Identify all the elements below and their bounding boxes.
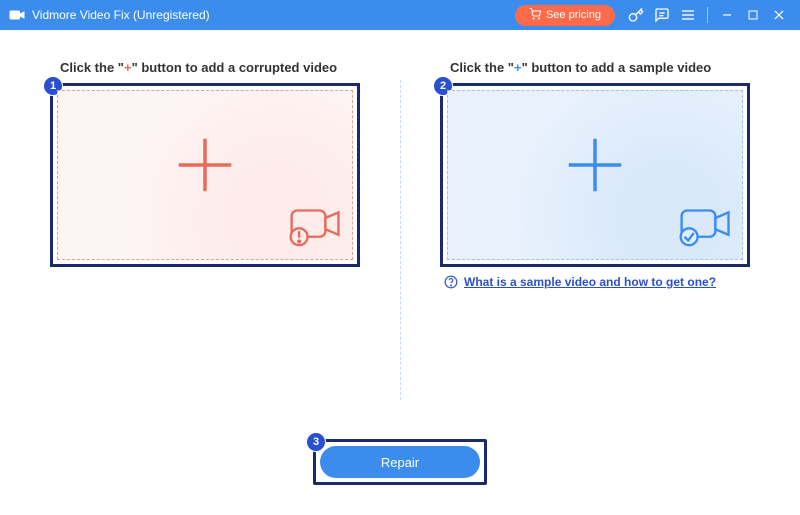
camera-check-icon — [676, 203, 736, 253]
corrupted-heading: Click the "+" button to add a corrupted … — [50, 60, 360, 75]
close-button[interactable] — [768, 4, 790, 26]
heading-post: " button to add a corrupted video — [132, 60, 338, 75]
minimize-button[interactable] — [716, 4, 738, 26]
step-badge-3: 3 — [306, 432, 326, 452]
camera-alert-icon — [286, 203, 346, 253]
add-sample-video-dropzone[interactable] — [447, 90, 743, 260]
pricing-label: See pricing — [546, 9, 601, 21]
see-pricing-button[interactable]: See pricing — [515, 5, 615, 26]
sample-help-link[interactable]: What is a sample video and how to get on… — [464, 275, 716, 289]
footer: 3 Repair — [313, 439, 487, 485]
separator — [707, 7, 708, 23]
repair-highlight: 3 Repair — [313, 439, 487, 485]
cart-icon — [529, 8, 541, 23]
feedback-icon[interactable] — [651, 4, 673, 26]
sample-video-panel: Click the "+" button to add a sample vid… — [440, 60, 750, 294]
heading-pre: Click the " — [60, 60, 124, 75]
plus-icon — [560, 130, 630, 205]
corrupted-video-panel: Click the "+" button to add a corrupted … — [50, 60, 360, 294]
plus-glyph: + — [514, 60, 522, 75]
vertical-divider — [400, 80, 401, 400]
app-title: Vidmore Video Fix (Unregistered) — [32, 8, 210, 22]
plus-icon — [170, 130, 240, 205]
help-icon — [444, 275, 458, 294]
titlebar: Vidmore Video Fix (Unregistered) See pri… — [0, 0, 800, 30]
sample-dropzone-highlight: 2 — [440, 83, 750, 267]
heading-pre: Click the " — [450, 60, 514, 75]
maximize-button[interactable] — [742, 4, 764, 26]
heading-post: " button to add a sample video — [522, 60, 712, 75]
key-icon[interactable] — [625, 4, 647, 26]
add-corrupted-video-dropzone[interactable] — [57, 90, 353, 260]
repair-button[interactable]: Repair — [320, 446, 480, 478]
app-logo-icon — [8, 6, 26, 24]
corrupted-dropzone-highlight: 1 — [50, 83, 360, 267]
menu-icon[interactable] — [677, 4, 699, 26]
plus-glyph: + — [124, 60, 132, 75]
main-content: Click the "+" button to add a corrupted … — [0, 30, 800, 515]
help-row: What is a sample video and how to get on… — [440, 275, 750, 294]
sample-heading: Click the "+" button to add a sample vid… — [440, 60, 750, 75]
